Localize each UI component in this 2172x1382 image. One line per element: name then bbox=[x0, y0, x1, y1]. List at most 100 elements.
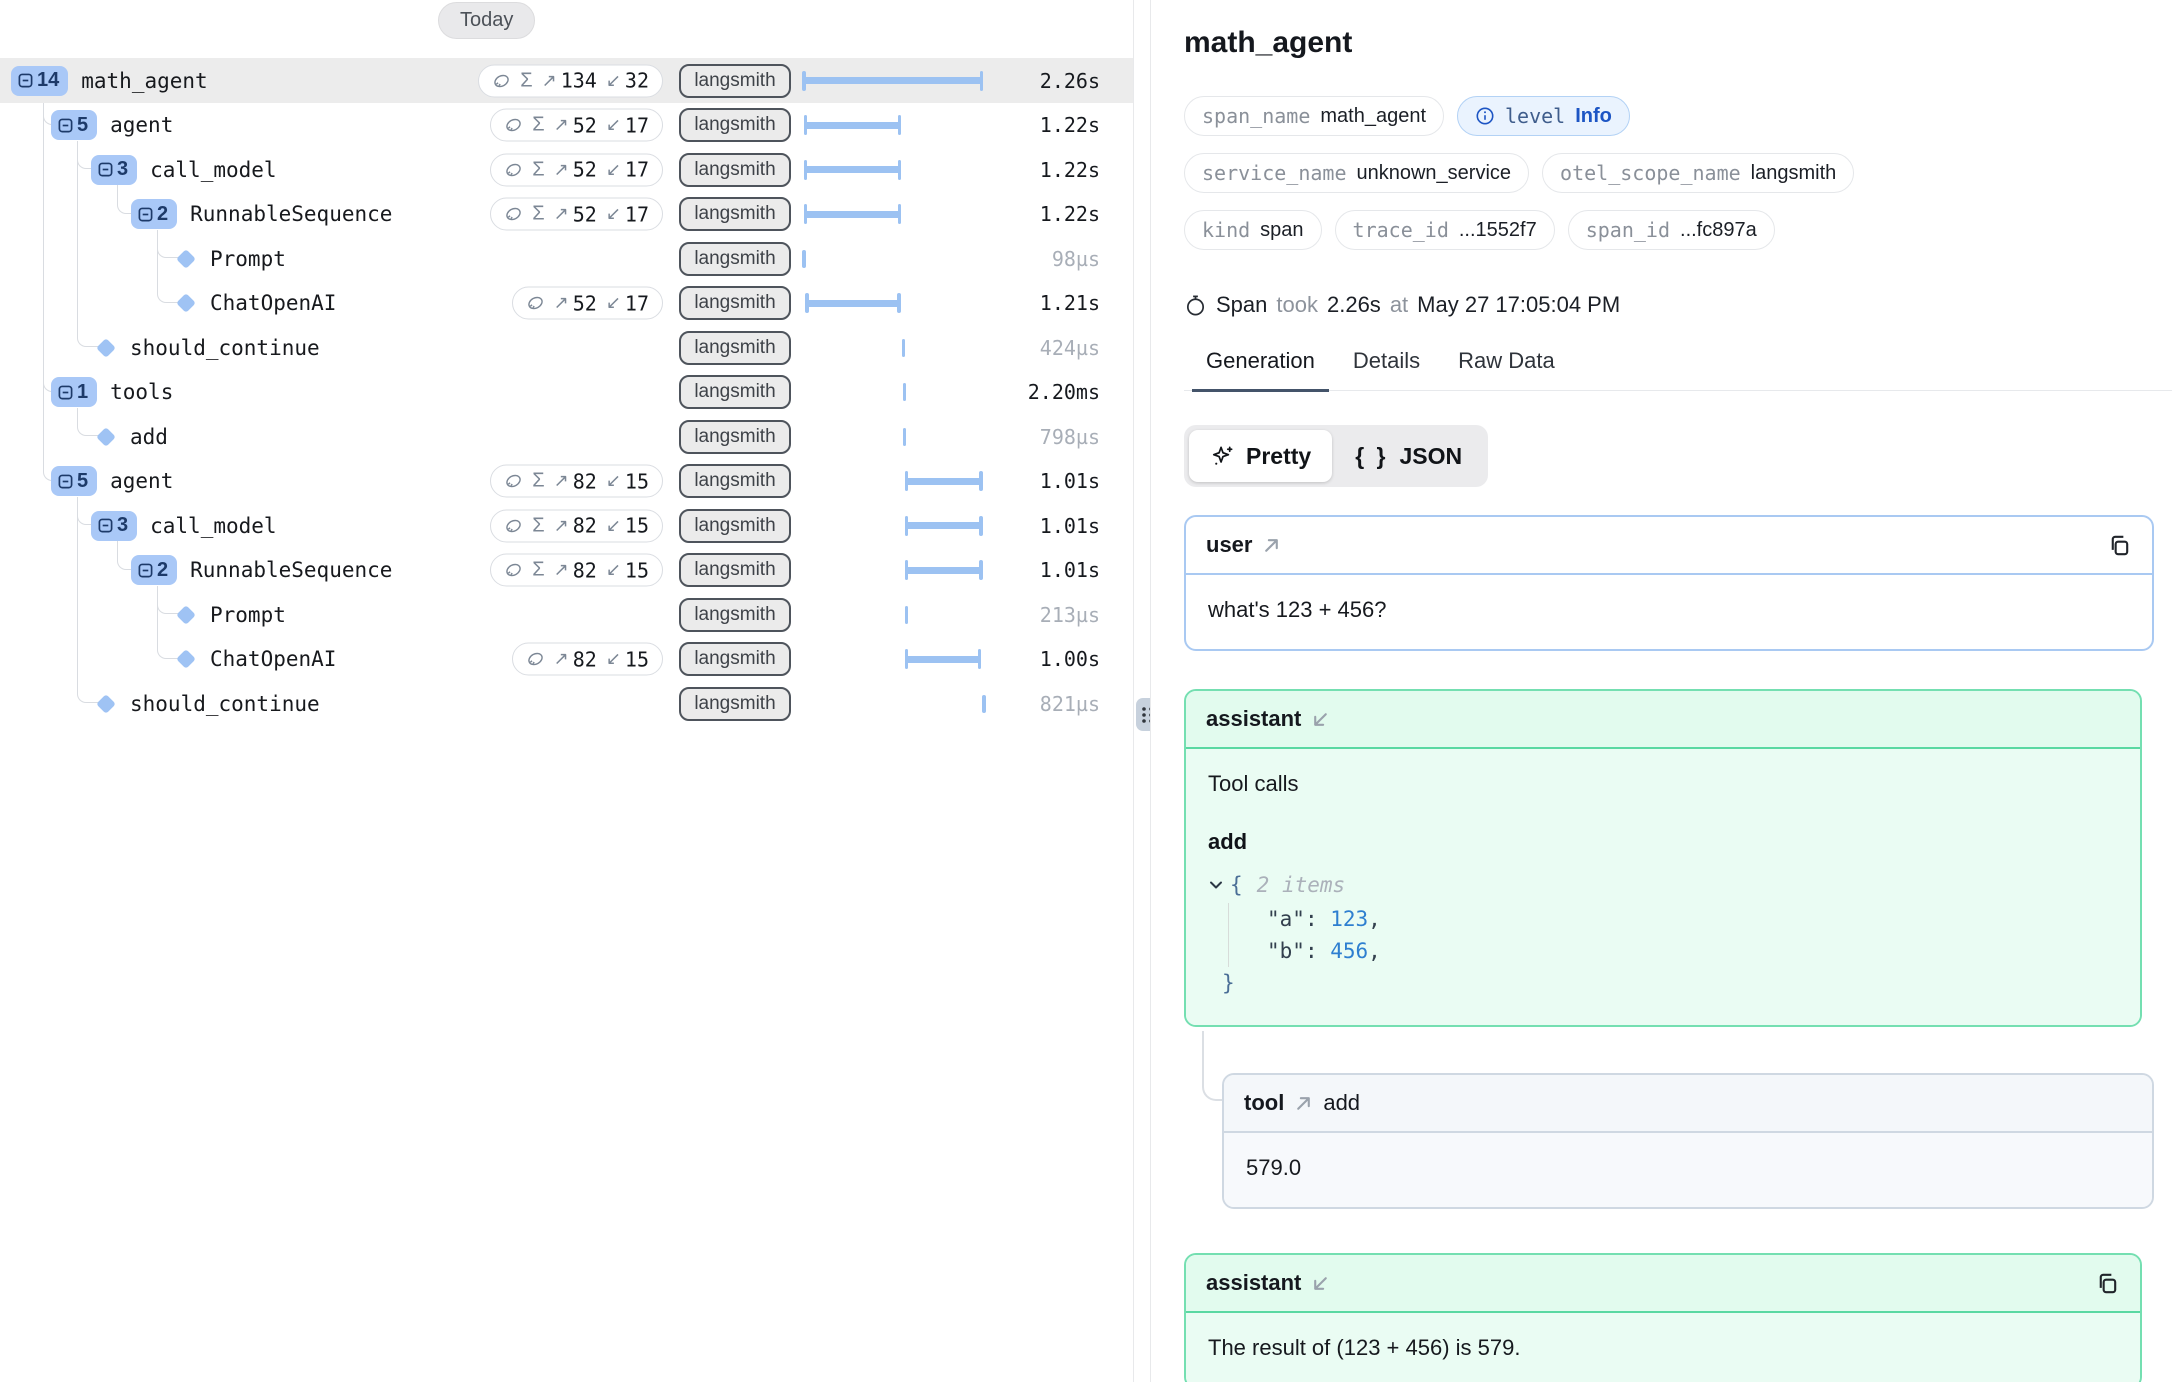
duration-label: 1.01s bbox=[1040, 469, 1100, 493]
duration-bar bbox=[905, 471, 983, 491]
trace-tree-row[interactable]: 14 math_agent Σ ↗ 134 ↙ 32 langsmith 2.2… bbox=[0, 58, 1133, 103]
chevron-down-icon[interactable] bbox=[1208, 877, 1224, 893]
trace-tree-row[interactable]: should_continue langsmith 424µs bbox=[0, 325, 1133, 370]
collapse-badge[interactable]: 5 bbox=[51, 466, 97, 496]
duration-label: 798µs bbox=[1040, 425, 1100, 449]
row-lead: ChatOpenAI bbox=[0, 281, 336, 326]
tab-generation[interactable]: Generation bbox=[1192, 348, 1329, 392]
json-arg-line: "a": 123, bbox=[1267, 903, 2118, 935]
span-timing-line: Span took 2.26s at May 27 17:05:04 PM bbox=[1184, 292, 2154, 318]
json-key: "b" bbox=[1267, 939, 1305, 963]
metadata-key: service_name bbox=[1202, 161, 1347, 185]
langsmith-tag: langsmith bbox=[679, 553, 791, 587]
duration-label: 1.21s bbox=[1040, 291, 1100, 315]
arrow-up-right-icon bbox=[1294, 1094, 1313, 1113]
tab-raw-data[interactable]: Raw Data bbox=[1444, 348, 1569, 392]
token-usage-pill: ↗ 52 ↙ 17 bbox=[512, 287, 663, 320]
input-tokens-arrow-icon: ↗ bbox=[554, 159, 569, 180]
tool-connector-elbow bbox=[1202, 1031, 1222, 1101]
message-card-user: user what's 123 + 456? bbox=[1184, 515, 2154, 651]
duration-bar bbox=[905, 649, 981, 669]
stopwatch-icon bbox=[1184, 294, 1207, 317]
descendant-count: 5 bbox=[77, 470, 88, 493]
duration-bar bbox=[905, 560, 983, 580]
trace-tree-row[interactable]: 5 agent Σ ↗ 52 ↙ 17 langsmith 1.22s bbox=[0, 103, 1133, 148]
leaf-diamond-icon bbox=[176, 605, 196, 625]
duration-label: 1.00s bbox=[1040, 647, 1100, 671]
descendant-count: 3 bbox=[117, 514, 128, 537]
row-lead: Prompt bbox=[0, 592, 286, 637]
duration-bar bbox=[902, 339, 906, 357]
collapse-badge[interactable]: 1 bbox=[51, 377, 97, 407]
output-tokens-arrow-icon: ↙ bbox=[606, 115, 621, 136]
collapse-badge[interactable]: 3 bbox=[91, 511, 137, 541]
copy-button[interactable] bbox=[2095, 1271, 2120, 1296]
trace-tree-row[interactable]: ChatOpenAI ↗ 52 ↙ 17 langsmith 1.21s bbox=[0, 281, 1133, 326]
duration-label: 98µs bbox=[1052, 247, 1100, 271]
collapse-badge[interactable]: 2 bbox=[131, 555, 177, 585]
arrow-down-left-icon bbox=[1311, 1274, 1330, 1293]
trace-tree-row[interactable]: 3 call_model Σ ↗ 52 ↙ 17 langsmith 1.22s bbox=[0, 147, 1133, 192]
row-lead: 5 agent bbox=[0, 103, 173, 148]
items-count-label: 2 items bbox=[1257, 869, 1346, 901]
copy-icon bbox=[2107, 533, 2132, 558]
json-view-button[interactable]: { } JSON bbox=[1334, 430, 1483, 482]
duration-bar bbox=[903, 383, 907, 401]
json-key: "a" bbox=[1267, 907, 1305, 931]
row-lead: 14 math_agent bbox=[0, 58, 208, 103]
trace-tree-row[interactable]: 2 RunnableSequence Σ ↗ 52 ↙ 17 langsmith… bbox=[0, 192, 1133, 237]
trace-tree-row[interactable]: add langsmith 798µs bbox=[0, 414, 1133, 459]
trace-tree-row[interactable]: should_continue langsmith 821µs bbox=[0, 681, 1133, 726]
tokens-coin-icon bbox=[526, 294, 545, 313]
detail-tabs: GenerationDetailsRaw Data bbox=[1184, 348, 2172, 391]
trace-tree-row[interactable]: Prompt langsmith 213µs bbox=[0, 592, 1133, 637]
trace-tree-row[interactable]: ChatOpenAI ↗ 82 ↙ 15 langsmith 1.00s bbox=[0, 637, 1133, 682]
collapse-minus-icon bbox=[58, 474, 73, 489]
metadata-value: langsmith bbox=[1751, 162, 1837, 185]
input-tokens-arrow-icon: ↗ bbox=[554, 515, 569, 536]
descendant-count: 3 bbox=[117, 158, 128, 181]
token-usage-pill: Σ ↗ 52 ↙ 17 bbox=[490, 153, 663, 186]
metadata-pill-row: span_name math_agent level Info bbox=[1184, 96, 2154, 136]
descendant-count: 2 bbox=[157, 559, 168, 582]
pretty-view-button[interactable]: Pretty bbox=[1189, 430, 1332, 482]
langsmith-tag: langsmith bbox=[679, 153, 791, 187]
output-tokens-arrow-icon: ↙ bbox=[606, 159, 621, 180]
sigma-icon: Σ bbox=[532, 203, 544, 226]
message-card-header: user bbox=[1186, 517, 2152, 575]
metadata-value: math_agent bbox=[1320, 105, 1426, 128]
message-content: The result of (123 + 456) is 579. bbox=[1186, 1313, 2140, 1382]
leaf-diamond-icon bbox=[176, 649, 196, 669]
descendant-count: 1 bbox=[77, 381, 88, 404]
trace-tree-row[interactable]: 3 call_model Σ ↗ 82 ↙ 15 langsmith 1.01s bbox=[0, 503, 1133, 548]
output-tokens-arrow-icon: ↙ bbox=[606, 471, 621, 492]
row-lead: add bbox=[0, 414, 168, 459]
langsmith-tag: langsmith bbox=[679, 286, 791, 320]
input-tokens-arrow-icon: ↗ bbox=[554, 649, 569, 670]
span-name-label: agent bbox=[110, 469, 173, 493]
metadata-key: otel_scope_name bbox=[1560, 161, 1741, 185]
output-tokens: 15 bbox=[625, 469, 649, 493]
token-usage-pill: Σ ↗ 82 ↙ 15 bbox=[490, 554, 663, 587]
trace-tree-row[interactable]: Prompt langsmith 98µs bbox=[0, 236, 1133, 281]
collapse-badge[interactable]: 14 bbox=[11, 66, 68, 96]
langsmith-tag: langsmith bbox=[679, 197, 791, 231]
collapse-badge[interactable]: 2 bbox=[131, 199, 177, 229]
output-tokens-arrow-icon: ↙ bbox=[606, 515, 621, 536]
timing-span-word: Span bbox=[1216, 292, 1267, 318]
tab-details[interactable]: Details bbox=[1339, 348, 1434, 392]
duration-label: 1.22s bbox=[1040, 113, 1100, 137]
collapse-minus-icon bbox=[98, 518, 113, 533]
langsmith-tag: langsmith bbox=[679, 108, 791, 142]
collapse-badge[interactable]: 3 bbox=[91, 155, 137, 185]
collapse-minus-icon bbox=[58, 385, 73, 400]
message-card-header: tool add bbox=[1224, 1075, 2152, 1133]
duration-bar bbox=[804, 115, 901, 135]
copy-button[interactable] bbox=[2107, 533, 2132, 558]
trace-tree-row[interactable]: 5 agent Σ ↗ 82 ↙ 15 langsmith 1.01s bbox=[0, 459, 1133, 504]
langsmith-tag: langsmith bbox=[679, 242, 791, 276]
leaf-diamond-icon bbox=[96, 694, 116, 714]
collapse-badge[interactable]: 5 bbox=[51, 110, 97, 140]
trace-tree-row[interactable]: 1 tools langsmith 2.20ms bbox=[0, 370, 1133, 415]
trace-tree-row[interactable]: 2 RunnableSequence Σ ↗ 82 ↙ 15 langsmith… bbox=[0, 548, 1133, 593]
